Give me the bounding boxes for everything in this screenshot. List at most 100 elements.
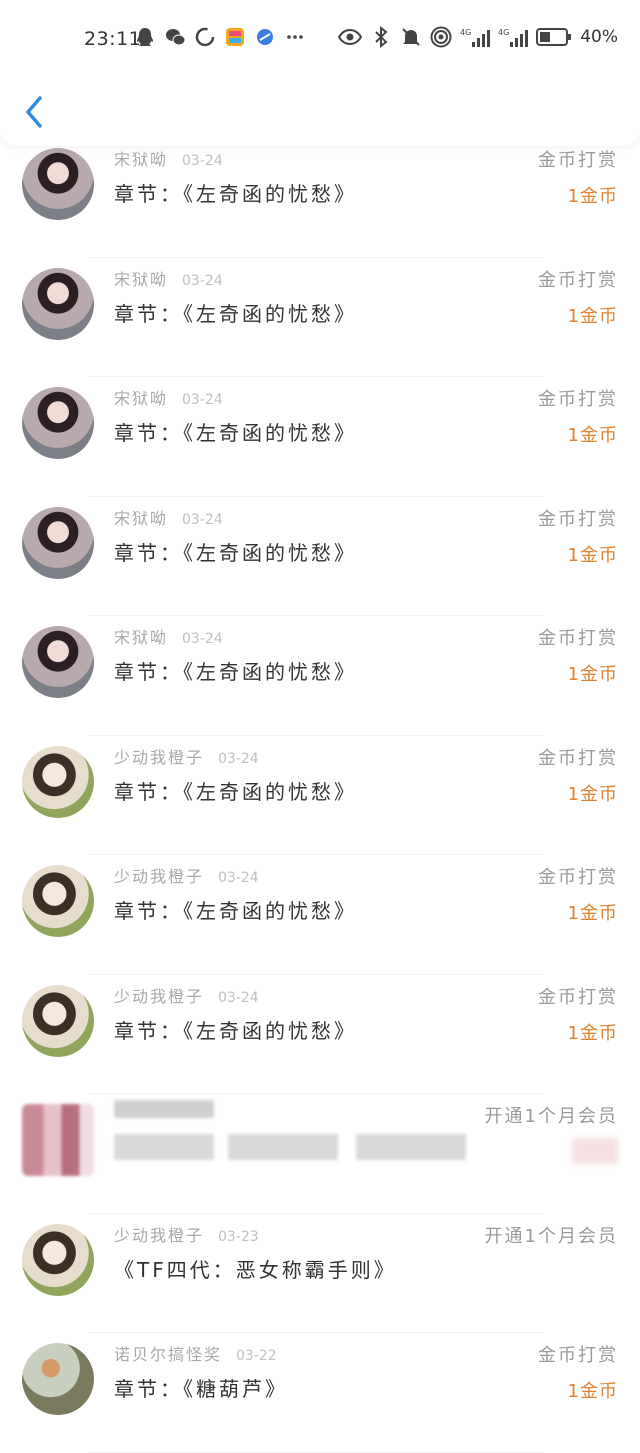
user-name: 少动我橙子 03-24 — [114, 983, 259, 1007]
browser-icon — [257, 29, 273, 45]
user-name-text: 少动我橙子 — [114, 1225, 205, 1245]
avatar[interactable] — [22, 984, 94, 1057]
record-amount: 1金币 — [567, 903, 618, 924]
avatar[interactable] — [22, 148, 94, 220]
record-content: 章节：《糖葫芦》 — [114, 1377, 288, 1401]
record-content: 章节：《左奇函的忧愁》 — [114, 182, 357, 206]
user-name-text: 宋狱呦 — [114, 269, 169, 289]
record-list: 宋狱呦 03-24 章节：《左奇函的忧愁》 金币打赏 1金币 宋狱呦 03-24 章节：《左奇… — [0, 138, 640, 1453]
avatar[interactable] — [22, 387, 94, 459]
avatar[interactable] — [22, 626, 94, 698]
list-item[interactable]: 少动我橙子 03-24 章节：《左奇函的忧愁》 金币打赏 1金币 — [0, 975, 640, 1094]
record-date: 03-24 — [182, 153, 223, 169]
circle-icon — [195, 27, 215, 47]
user-name: 宋狱呦 03-24 — [114, 385, 223, 409]
bluetooth-icon — [375, 26, 388, 48]
more-icon — [287, 35, 303, 39]
record-amount: 1金币 — [567, 1022, 618, 1044]
record-content: 章节：《左奇函的忧愁》 — [114, 779, 357, 804]
record-date: 03-24 — [218, 750, 259, 767]
record-action: 金币打赏 — [538, 628, 618, 649]
svg-text:4G: 4G — [460, 28, 471, 37]
record-amount: 1金币 — [567, 1381, 618, 1402]
blurred-content — [114, 1134, 214, 1160]
battery-percent: 40% — [580, 27, 618, 47]
qq-icon — [137, 28, 153, 46]
blurred-content — [228, 1134, 338, 1160]
record-amount: 1金币 — [567, 305, 618, 327]
app-icon — [226, 28, 244, 46]
record-action: 金币打赏 — [538, 747, 618, 769]
avatar[interactable] — [22, 1104, 94, 1176]
blurred-content — [356, 1134, 466, 1160]
record-content: 章节：《左奇函的忧愁》 — [114, 1018, 357, 1043]
record-content: 章节：《左奇函的忧愁》 — [114, 660, 357, 684]
list-item[interactable]: 少动我橙子 03-24 章节：《左奇函的忧愁》 金币打赏 1金币 — [0, 855, 640, 975]
record-date: 03-24 — [182, 631, 223, 647]
list-item[interactable]: 开通1个月会员 — [0, 1094, 640, 1214]
record-amount: 1金币 — [567, 783, 618, 805]
list-item[interactable]: 少动我橙子 03-24 章节：《左奇函的忧愁》 金币打赏 1金币 — [0, 736, 640, 855]
record-amount: 1金币 — [567, 544, 618, 566]
record-date: 03-24 — [218, 870, 259, 886]
list-item[interactable]: 少动我橙子 03-23 《TF四代：恶女称霸手则》 开通1个月会员 — [0, 1214, 640, 1333]
mute-icon — [402, 28, 420, 46]
user-name: 宋狱呦 03-24 — [114, 505, 223, 529]
record-content: 章节：《左奇函的忧愁》 — [114, 301, 357, 326]
user-name: 少动我橙子 03-24 — [114, 863, 259, 887]
user-name-text: 少动我橙子 — [114, 986, 205, 1006]
top-bar: 23:11 4G 4G 40% — [0, 0, 640, 146]
user-name-text: 少动我橙子 — [114, 747, 205, 767]
list-item[interactable]: 宋狱呦 03-24 章节：《左奇函的忧愁》 金币打赏 1金币 — [0, 616, 640, 736]
hotspot-icon — [430, 26, 452, 48]
user-name: 宋狱呦 03-24 — [114, 624, 223, 648]
record-action: 开通1个月会员 — [484, 1106, 618, 1127]
notification-icons — [134, 26, 306, 48]
wechat-icon — [166, 29, 186, 46]
user-name-text: 宋狱呦 — [114, 150, 169, 169]
avatar[interactable] — [22, 1343, 94, 1415]
blurred-amount — [572, 1138, 618, 1164]
record-content: 章节：《左奇函的忧愁》 — [114, 421, 357, 445]
list-item[interactable]: 宋狱呦 03-24 章节：《左奇函的忧愁》 金币打赏 1金币 — [0, 497, 640, 616]
avatar[interactable] — [22, 506, 94, 579]
blurred-name — [114, 1100, 214, 1118]
user-name: 诺贝尔搞怪奖 03-22 — [114, 1341, 277, 1365]
record-date: 03-24 — [182, 511, 223, 528]
user-name-text: 宋狱呦 — [114, 389, 169, 408]
record-action: 金币打赏 — [538, 269, 618, 291]
user-name: 少动我橙子 03-24 — [114, 744, 259, 768]
list-item[interactable]: 诺贝尔搞怪奖 03-22 章节：《糖葫芦》 金币打赏 1金币 — [0, 1333, 640, 1453]
avatar[interactable] — [22, 267, 94, 340]
eye-icon — [338, 28, 363, 46]
user-name-text: 宋狱呦 — [114, 508, 169, 528]
record-action: 金币打赏 — [538, 867, 618, 888]
avatar[interactable] — [22, 745, 94, 818]
avatar[interactable] — [22, 1223, 94, 1296]
record-action: 金币打赏 — [538, 150, 618, 171]
record-action: 金币打赏 — [538, 508, 618, 530]
record-date: 03-24 — [218, 989, 259, 1006]
record-content: 章节：《左奇函的忧愁》 — [114, 899, 357, 923]
record-action: 金币打赏 — [538, 1345, 618, 1366]
record-amount: 1金币 — [567, 186, 618, 207]
signal-4g-icon: 4G — [498, 28, 529, 47]
list-item[interactable]: 宋狱呦 03-24 章节：《左奇函的忧愁》 金币打赏 1金币 — [0, 258, 640, 377]
record-action: 开通1个月会员 — [484, 1225, 618, 1247]
user-name: 宋狱呦 03-24 — [114, 146, 223, 170]
record-date: 03-24 — [182, 392, 223, 408]
avatar[interactable] — [22, 865, 94, 937]
battery-icon — [536, 28, 572, 46]
user-name: 宋狱呦 03-24 — [114, 266, 223, 290]
record-amount: 1金币 — [567, 664, 618, 685]
signal-4g-icon: 4G — [460, 28, 491, 47]
back-button[interactable] — [20, 92, 50, 132]
status-time: 23:11 — [84, 28, 142, 50]
list-item[interactable]: 宋狱呦 03-24 章节：《左奇函的忧愁》 金币打赏 1金币 — [0, 377, 640, 497]
record-date: 03-24 — [182, 272, 223, 289]
user-name-text: 宋狱呦 — [114, 628, 169, 647]
record-date: 03-23 — [218, 1228, 259, 1245]
divider — [88, 1451, 544, 1453]
list-item[interactable]: 宋狱呦 03-24 章节：《左奇函的忧愁》 金币打赏 1金币 — [0, 138, 640, 258]
record-action: 金币打赏 — [538, 986, 618, 1008]
